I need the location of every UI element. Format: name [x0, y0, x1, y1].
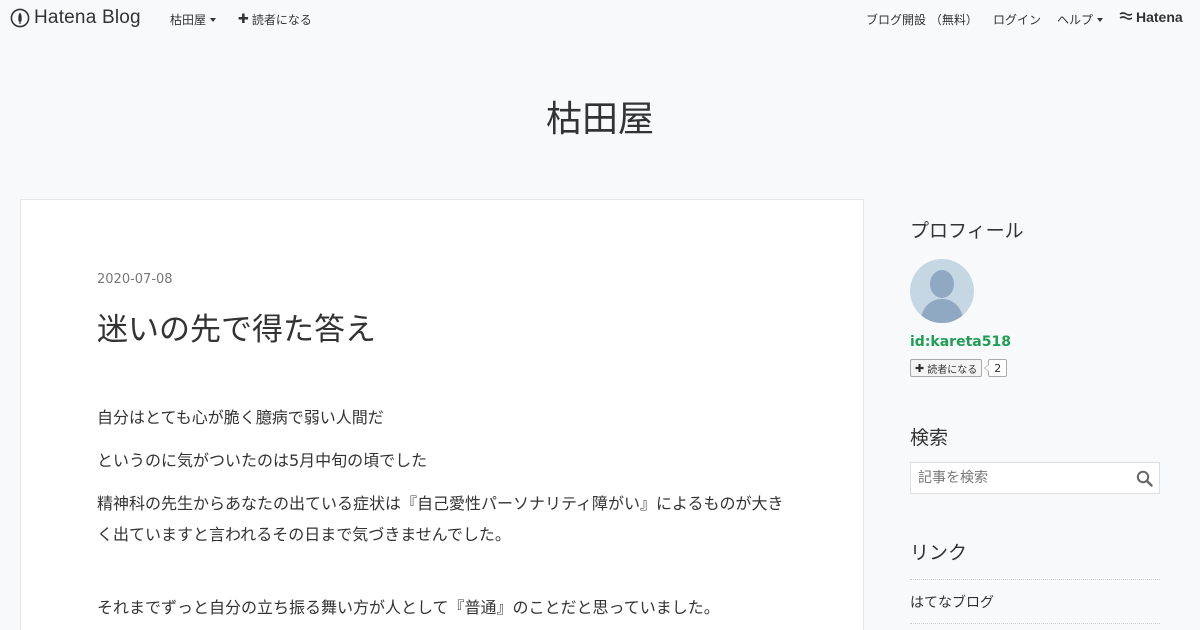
hatena-wave-icon — [1119, 12, 1133, 20]
login-label: ログイン — [993, 13, 1042, 27]
chevron-down-icon — [210, 17, 217, 22]
subscribe-button[interactable]: ✚ 読者になる — [238, 11, 312, 28]
chevron-down-icon — [1097, 17, 1104, 22]
help-dropdown[interactable]: ヘルプ — [1057, 11, 1104, 28]
user-silhouette-icon — [920, 270, 964, 323]
search-icon[interactable] — [1136, 470, 1153, 487]
follow-row: ✚ 読者になる 2 — [910, 359, 1160, 377]
help-label: ヘルプ — [1057, 13, 1094, 27]
open-blog-label: ブログ開設 （無料） — [866, 13, 978, 27]
link-heading: リンク — [910, 542, 968, 564]
search-heading: 検索 — [910, 427, 949, 449]
blog-menu-dropdown[interactable]: 枯田屋 — [170, 11, 217, 28]
follower-count[interactable]: 2 — [984, 359, 1008, 377]
hatena-blog-logo-icon — [10, 8, 30, 28]
link-list: はてなブログ — [910, 579, 1160, 624]
profile-id-link[interactable]: id:kareta518 — [910, 334, 1160, 350]
profile-heading: プロフィール — [910, 220, 1024, 242]
hatena-logo[interactable]: Hatena — [1119, 9, 1183, 25]
sidebar: プロフィール id:kareta518 ✚ 読者になる 2 検索 リンク はてな… — [910, 216, 1160, 624]
blog-menu-label: 枯田屋 — [170, 13, 207, 27]
follow-label: 読者になる — [927, 364, 978, 376]
hatena-blog-logo[interactable]: Hatena Blog — [10, 7, 141, 29]
follow-button[interactable]: ✚ 読者になる — [910, 359, 983, 377]
entry-paragraph: 精神科の先生からあなたの出ている症状は『自己愛性パーソナリティ障がい』によるもの… — [97, 494, 784, 544]
login-link[interactable]: ログイン — [993, 11, 1041, 28]
search-box — [910, 462, 1160, 494]
entry-body: 自分はとても心が脆く臆病で弱い人間だ というのに気がついたのは5月中旬の頃でした… — [97, 402, 787, 630]
global-header: Hatena Blog 枯田屋 ✚ 読者になる ブログ開設 （無料） ログイン … — [0, 0, 1200, 36]
hatena-blog-logo-text: Hatena Blog — [34, 7, 141, 28]
link-item-hatena-blog[interactable]: はてなブログ — [910, 580, 1160, 624]
plus-icon: ✚ — [238, 12, 249, 27]
subscribe-label: 読者になる — [251, 13, 312, 27]
avatar[interactable] — [910, 259, 974, 323]
entry-paragraph: それまでずっと自分の立ち振る舞い方が人として『普通』のことだと思っていました。 — [97, 598, 720, 617]
hatena-logo-text: Hatena — [1136, 9, 1183, 25]
plus-icon: ✚ — [915, 361, 925, 375]
entry-paragraph: 自分はとても心が脆く臆病で弱い人間だ — [97, 408, 384, 427]
entry-title[interactable]: 迷いの先で得た答え — [97, 304, 376, 349]
blog-title[interactable]: 枯田屋 — [0, 90, 1200, 142]
open-blog-link[interactable]: ブログ開設 （無料） — [866, 11, 978, 28]
entry-date[interactable]: 2020-07-08 — [97, 272, 173, 287]
entry-paragraph: というのに気がついたのは5月中旬の頃でした — [97, 451, 428, 470]
entry-article: 2020-07-08 迷いの先で得た答え 自分はとても心が脆く臆病で弱い人間だ … — [20, 199, 864, 630]
search-input[interactable] — [911, 463, 1131, 493]
